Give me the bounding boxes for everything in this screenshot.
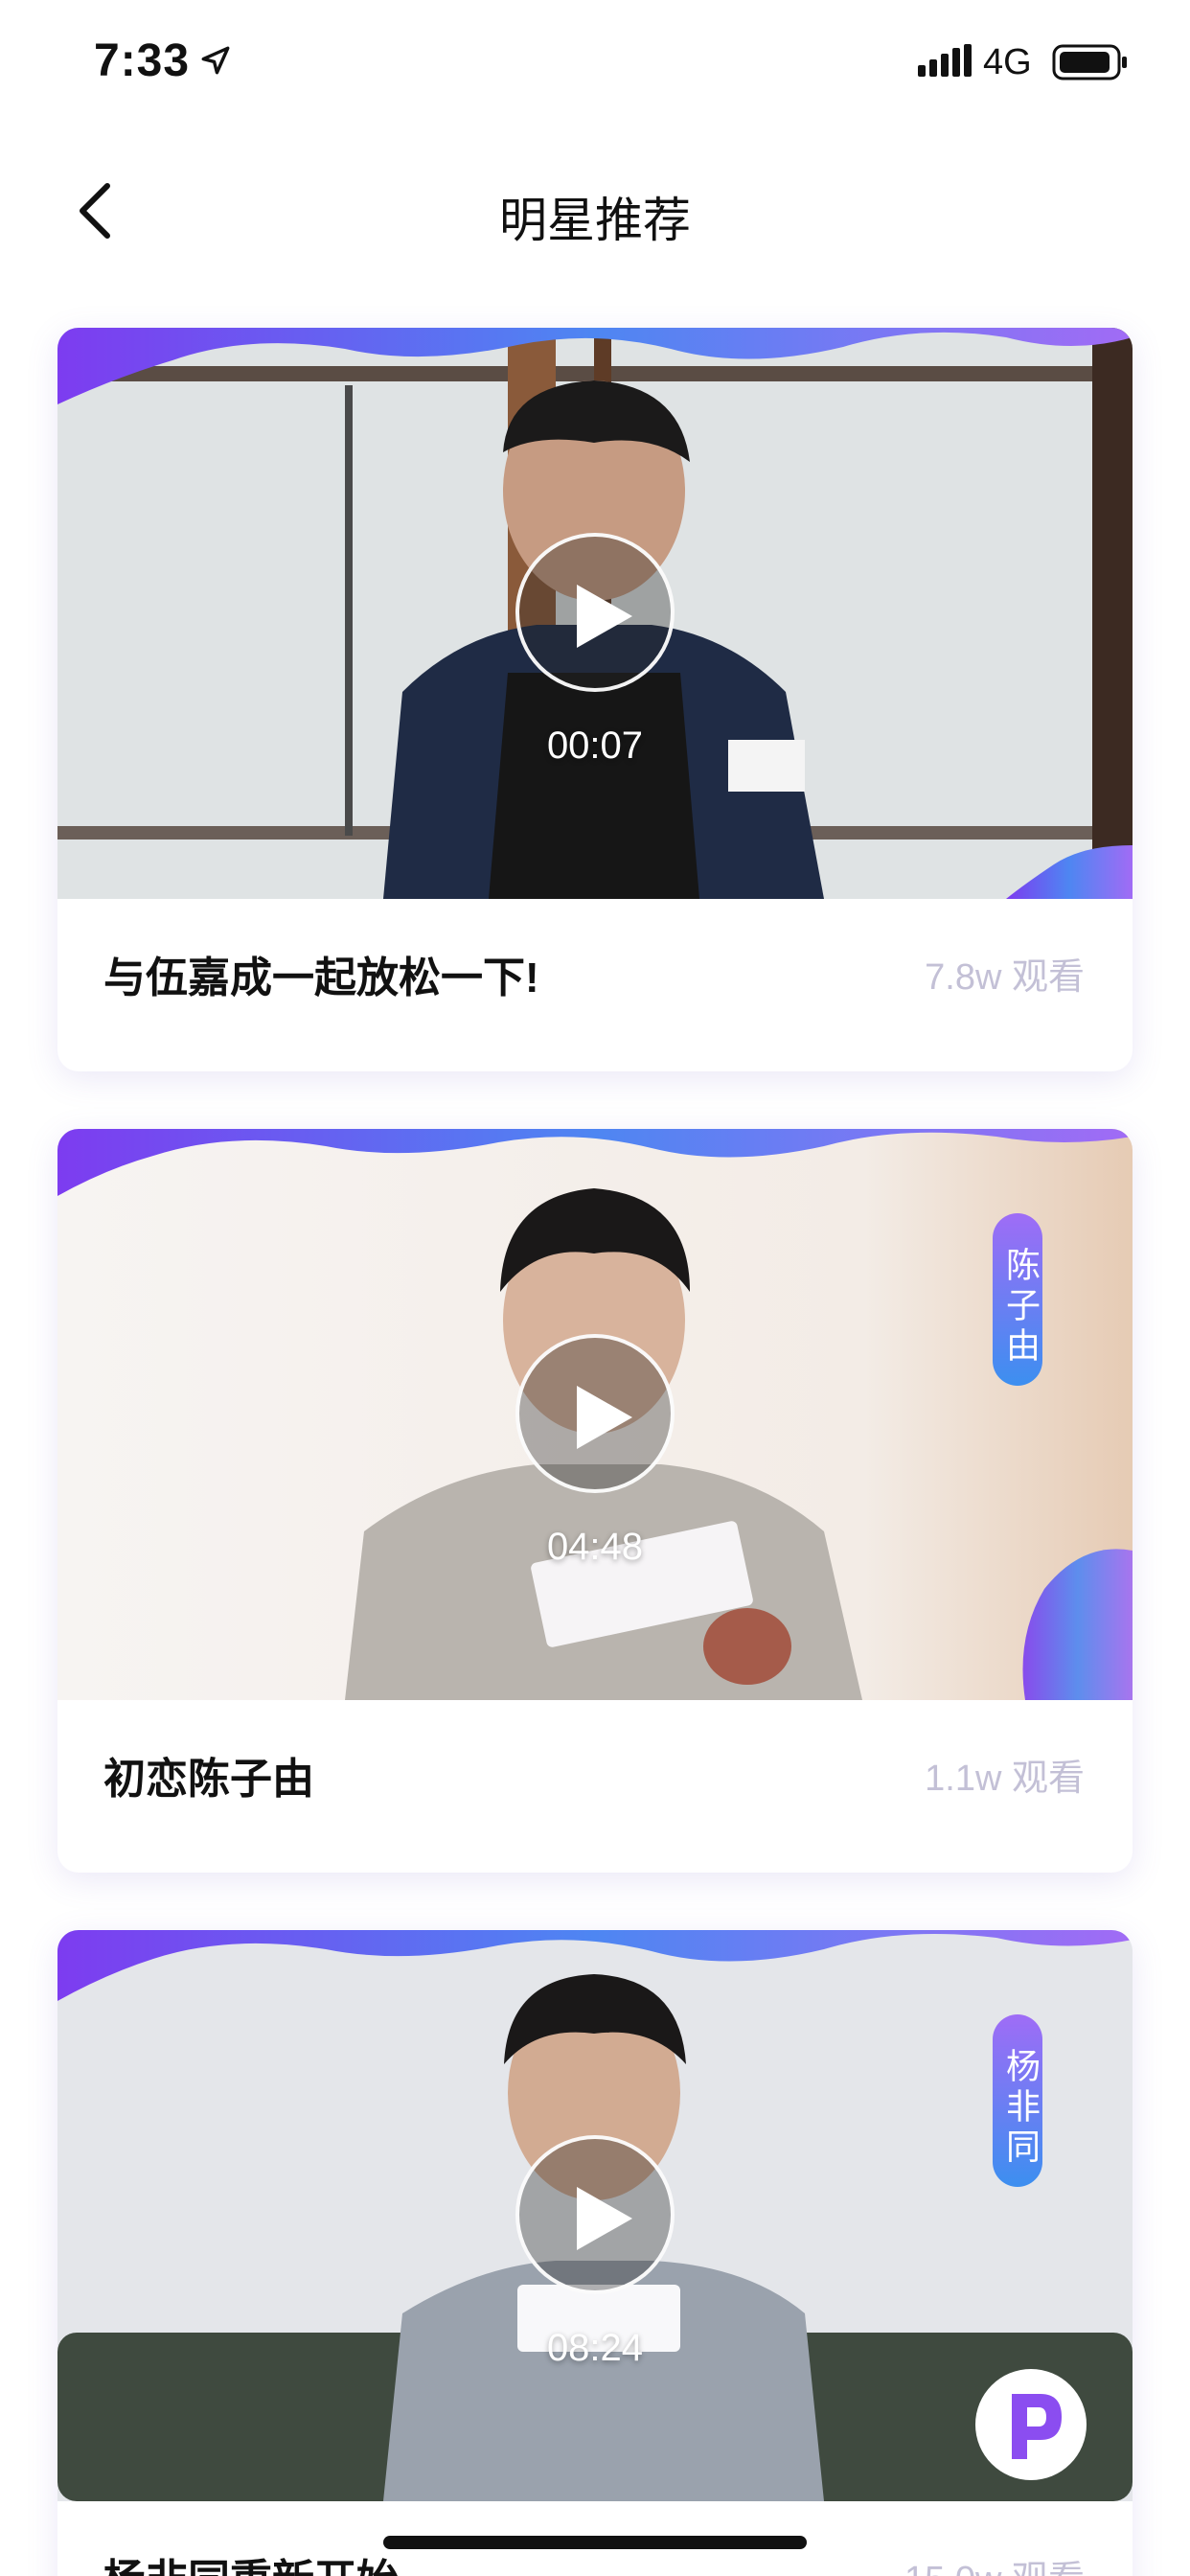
view-count: 7.8w 观看 — [925, 957, 1085, 998]
video-duration: 00:07 — [546, 724, 644, 767]
card-footer: 初恋陈子由 1.1w 观看 — [57, 1700, 1133, 1873]
name-tag: 杨非同 — [993, 2014, 1042, 2187]
video-duration: 08:24 — [546, 2327, 644, 2369]
signal-icon — [918, 44, 972, 77]
video-thumbnail[interactable]: 陈子由 04:48 — [57, 1129, 1133, 1700]
card-title: 与伍嘉成一起放松一下! — [103, 954, 539, 1001]
card-title: 杨非同重新开始 — [103, 2545, 399, 2576]
status-time: 7:33 — [94, 35, 191, 86]
video-card[interactable]: 00:07 与伍嘉成一起放松一下! 7.8w 观看 — [57, 328, 1133, 1071]
card-title: 初恋陈子由 — [103, 1756, 314, 1803]
play-icon — [577, 1386, 632, 1449]
play-icon — [577, 2187, 632, 2250]
play-button[interactable] — [515, 2135, 675, 2294]
play-icon — [577, 585, 632, 648]
video-card[interactable]: 杨非同 08:24 杨非同重新开始 15.0w 观看 — [57, 1930, 1133, 2576]
view-count: 1.1w 观看 — [925, 1759, 1085, 1799]
video-thumbnail[interactable]: 00:07 — [57, 328, 1133, 899]
home-indicator — [383, 2536, 807, 2549]
view-count: 15.0w 观看 — [904, 2549, 1085, 2576]
play-button[interactable] — [515, 533, 675, 692]
card-footer: 与伍嘉成一起放松一下! 7.8w 观看 — [57, 899, 1133, 1071]
play-button[interactable] — [515, 1334, 675, 1493]
location-arrow-icon — [201, 46, 230, 75]
video-thumbnail[interactable]: 杨非同 08:24 — [57, 1930, 1133, 2501]
status-bar: 7:33 4G — [0, 0, 1190, 134]
page-title: 明星推荐 — [499, 194, 691, 247]
name-tag: 陈子由 — [993, 1213, 1042, 1386]
video-card[interactable]: 陈子由 04:48 初恋陈子由 1.1w 观看 — [57, 1129, 1133, 1873]
nav-bar: 明星推荐 — [0, 153, 1190, 268]
battery-icon — [1052, 44, 1127, 80]
peace-logo-icon[interactable] — [973, 2367, 1088, 2482]
video-duration: 04:48 — [546, 1526, 644, 1568]
network-label: 4G — [983, 42, 1032, 82]
